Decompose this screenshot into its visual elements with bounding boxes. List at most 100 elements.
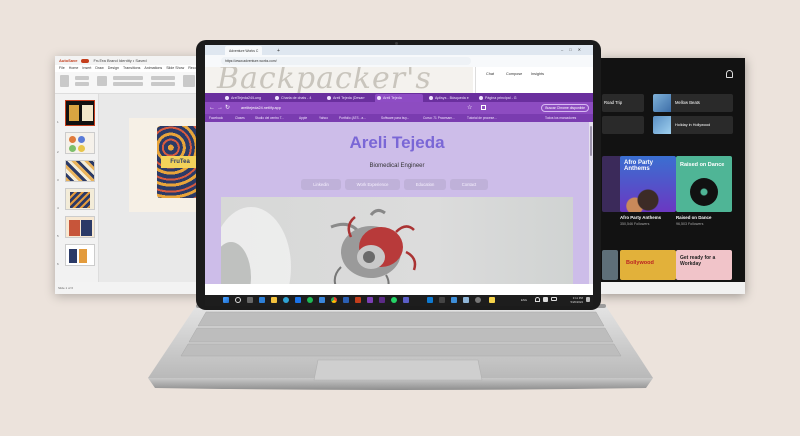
bookmark-item[interactable]: Clases [235,114,245,122]
wifi-icon[interactable] [535,297,540,302]
battery-icon[interactable] [551,297,557,301]
search-icon[interactable] [235,297,241,303]
powerpoint-icon[interactable] [355,297,361,303]
window-controls[interactable]: –□✕ [561,45,587,55]
task-view-icon[interactable] [247,297,253,303]
ribbon-icon[interactable] [75,82,89,86]
new-tab-button[interactable]: + [273,46,284,55]
playlist-shortcut[interactable] [602,116,644,134]
toggle-icon[interactable] [81,58,90,63]
playlist-shortcut[interactable]: Road Trip [602,94,644,112]
browser-tab[interactable]: Aplisys - Búsqueda e [427,94,477,102]
menu-item[interactable]: Draw [95,65,103,72]
slide-thumbnail[interactable] [65,132,95,154]
menu-item[interactable]: Transitions [123,65,140,72]
bookmark-item[interactable]: Apple [299,114,307,122]
menu-item[interactable]: File [59,65,65,72]
onenote-icon[interactable] [367,297,373,303]
slide-thumbnail[interactable] [65,244,95,266]
menu-item[interactable]: Home [69,65,79,72]
menu-item[interactable]: Slide Show [166,65,184,72]
ribbon-icon[interactable] [75,76,89,80]
menu-item[interactable]: Design [108,65,119,72]
page-scrollbar[interactable] [589,122,593,284]
contact-button[interactable]: Contact [450,179,488,190]
ribbon-icon[interactable] [151,82,175,86]
browser-tab[interactable]: Página principal - G [477,94,527,102]
playlist-card[interactable]: Get ready for a Workday [676,250,732,280]
photos-icon[interactable] [451,297,457,303]
playlist-card[interactable]: Raised on Dance [676,156,732,212]
notepad-icon[interactable] [463,297,469,303]
word-icon[interactable] [343,297,349,303]
copilot-tab[interactable]: Insights [531,72,544,76]
slide-thumbnail[interactable] [65,160,95,182]
input-language[interactable]: ENG [521,298,527,302]
vscode-icon[interactable] [379,297,385,303]
education-button[interactable]: Education [404,179,446,190]
ribbon-icon[interactable] [97,76,107,86]
back-icon[interactable]: ← [209,104,215,112]
notes-icon[interactable] [489,297,495,303]
notification-icon[interactable] [586,297,590,302]
paste-icon[interactable] [60,75,69,87]
address-bar[interactable]: arelitejeda24.netlify.app [241,104,281,112]
bookmark-item[interactable]: Tutorial de procese... [467,114,497,122]
teams-icon[interactable] [403,297,409,303]
linkedin-button[interactable]: Linkedin [301,179,341,190]
bookmark-item[interactable]: Curso: 71 Procesam... [423,114,455,122]
mail-icon[interactable] [319,297,325,303]
playlist-shortcut[interactable]: Holiday in Hollywood [653,116,733,134]
browser-tab[interactable]: Adventure Works C [225,46,263,55]
card-title[interactable]: Afro Party Anthems [620,215,661,220]
copilot-tab[interactable]: Chat [486,72,494,76]
ribbon-icon[interactable] [113,82,143,86]
reload-icon[interactable]: ↻ [225,104,230,112]
settings-icon[interactable] [475,297,481,303]
edge-icon[interactable] [283,297,289,303]
start-icon[interactable] [223,297,229,303]
widgets-icon[interactable] [259,297,265,303]
section-tile[interactable] [602,156,622,212]
star-icon[interactable]: ☆ [467,104,472,112]
forward-icon[interactable]: → [217,104,223,112]
bookmark-item[interactable]: Facebook [209,114,223,122]
ribbon-icon[interactable] [113,76,143,80]
slide-thumbnail[interactable] [65,100,95,126]
extensions-icon[interactable] [481,105,486,110]
bookmark-item[interactable]: Studio del centro T... [255,114,284,122]
playlist-shortcut[interactable]: Mellow Beats [653,94,733,112]
terminal-icon[interactable] [439,297,445,303]
browser-tab[interactable]: Areli Tejeda (Desarr [325,94,375,102]
scrollbar-thumb[interactable] [590,126,592,156]
work-experience-button[interactable]: Work Experience [345,179,400,190]
menu-item[interactable]: Animations [144,65,162,72]
autosave-label[interactable]: AutoSave [59,56,77,65]
playlist-card[interactable]: Afro Party Anthems [620,156,676,212]
address-input[interactable]: https://www.adventure-works.com/ [221,57,471,65]
bookmark-item[interactable]: Todos los marcadores [545,114,576,122]
file-explorer-icon[interactable] [271,297,277,303]
bell-icon[interactable] [726,70,733,78]
playlist-card[interactable] [602,250,618,280]
spotify-icon[interactable] [307,297,313,303]
copilot-tab[interactable]: Compose [506,72,522,76]
ribbon-icon[interactable] [151,76,175,80]
ribbon-icon[interactable] [183,75,195,87]
chrome-icon[interactable] [331,297,337,303]
bookmark-item[interactable]: Portfolio (ATS - a... [339,114,366,122]
browser-tab-active[interactable]: Areli Tejeda [375,94,423,102]
bookmark-item[interactable]: Software para buy... [381,114,409,122]
clock[interactable]: 3:11 PM 5/26/2024 [561,296,583,304]
bookmark-item[interactable]: Yahoo [319,114,328,122]
vscode-blue-icon[interactable] [427,297,433,303]
browser-tab[interactable]: Charla de chats - 4 [273,94,325,102]
card-title[interactable]: Raised on Dance [676,215,711,220]
slide-thumbnail[interactable] [65,188,95,210]
store-icon[interactable] [295,297,301,303]
slide-thumbnail[interactable] [65,216,95,238]
browser-tab[interactable]: ArelTejeda24/Lung [223,94,273,102]
sync-button[interactable]: Buscar Chrome disponible [541,104,589,112]
whatsapp-icon[interactable] [391,297,397,303]
volume-icon[interactable] [543,297,548,302]
